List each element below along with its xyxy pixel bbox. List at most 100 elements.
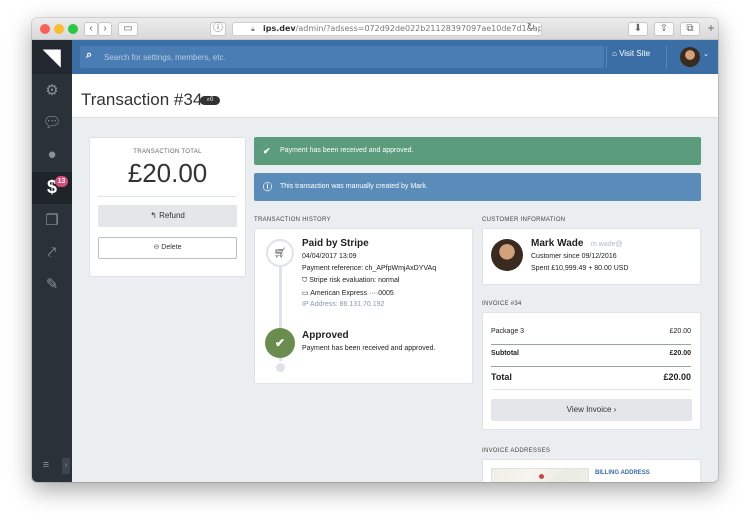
invoice-total-value: £20.00	[663, 372, 691, 382]
invoice-total-row: Total £20.00	[491, 372, 691, 384]
collapse-sidebar-button[interactable]: ›	[62, 458, 70, 474]
brush-icon[interactable]: ✎	[32, 270, 72, 300]
paid-date: 04/04/2017 13:09	[302, 253, 357, 260]
invoice-total-label: Total	[491, 372, 512, 382]
stats-icon[interactable]: ⤤	[32, 238, 72, 268]
chat-icon[interactable]: 💬︎	[32, 108, 72, 138]
user-icon[interactable]: ●	[32, 140, 72, 170]
invoice-addresses-card: BILLING ADDRESS	[482, 459, 701, 482]
reload-icon[interactable]: ↻	[524, 22, 538, 36]
approved-title: Approved	[302, 330, 349, 341]
browser-chrome: ‹ › ▭ ⓘ 🔒︎ ips.dev/admin/?adsess=072d92d…	[32, 18, 718, 40]
sidebar-toggle-button[interactable]: ▭	[118, 22, 138, 36]
gear-icon[interactable]: ⚙	[32, 76, 72, 106]
search-icon: ⌕	[86, 49, 93, 61]
invoice-item-price: £20.00	[669, 328, 691, 335]
credit-card-icon: ▭	[302, 290, 309, 297]
share-button[interactable]: ⇪	[654, 22, 674, 36]
success-alert: ✔ Payment has been received and approved…	[254, 137, 701, 165]
new-tab-button[interactable]: +	[704, 22, 718, 36]
timeline-end-dot	[276, 363, 285, 372]
transaction-history-heading: TRANSACTION HISTORY	[254, 217, 331, 223]
menu-icon[interactable]: ≡	[32, 450, 60, 480]
customer-name[interactable]: Mark Wade	[531, 238, 583, 249]
cart-icon: 🛒︎	[266, 239, 294, 267]
customer-avatar[interactable]	[491, 239, 523, 271]
info-icon: ⓘ	[263, 182, 273, 192]
title-badge: ⌕0	[200, 96, 220, 105]
forward-button[interactable]: ›	[98, 22, 112, 36]
delete-icon: ⊖	[153, 244, 160, 251]
page-header: Transaction #34 ⌕0	[72, 74, 718, 118]
page-title: Transaction #34	[81, 90, 203, 109]
url-domain: ips.dev	[263, 24, 296, 33]
chevron-down-icon[interactable]: ⌄	[703, 50, 709, 58]
success-alert-text: Payment has been received and approved.	[280, 147, 414, 154]
customer-since: Customer since 09/12/2016	[531, 253, 617, 260]
info-alert-text: This transaction was manually created by…	[280, 183, 428, 190]
refund-label: Refund	[159, 211, 185, 220]
invoice-addresses-heading: INVOICE ADDRESSES	[482, 448, 551, 454]
lock-icon: 🔒︎	[251, 25, 255, 33]
transaction-total-amount: £20.00	[127, 158, 208, 188]
invoice-divider-3	[491, 389, 691, 390]
invoice-item-row: Package 3 £20.00	[491, 328, 691, 340]
transaction-total-label: TRANSACTION TOTAL	[133, 149, 202, 155]
admin-topbar: ⌕ ⌂ Visit Site ⌄	[72, 40, 718, 74]
search-input[interactable]	[104, 46, 584, 68]
browser-window: ‹ › ▭ ⓘ 🔒︎ ips.dev/admin/?adsess=072d92d…	[32, 18, 718, 482]
refund-button[interactable]: ↰ Refund	[98, 205, 237, 227]
paid-by-title: Paid by Stripe	[302, 238, 369, 249]
reader-info-button[interactable]: ⓘ	[210, 22, 226, 36]
risk-evaluation: ⛉ Stripe risk evaluation: normal	[302, 277, 399, 285]
approved-check-icon: ✔	[265, 328, 295, 358]
sidebar-item-commerce[interactable]: $ 13	[32, 172, 72, 204]
customer-email: m.wade@	[591, 241, 623, 248]
invoice-subtotal-row: Subtotal £20.00	[491, 350, 691, 362]
invoice-item-name: Package 3	[491, 328, 525, 335]
download-button[interactable]: ⬇	[628, 22, 648, 36]
invoice-card: Package 3 £20.00 Subtotal £20.00 Total £…	[482, 312, 701, 430]
url-path: /admin/?adsess=072d92de022b21128397097ae…	[295, 24, 542, 33]
user-avatar[interactable]	[680, 47, 700, 67]
logo-icon[interactable]: ◥	[32, 40, 72, 74]
zoom-window-button[interactable]	[68, 24, 78, 34]
shield-icon: ⛉	[302, 277, 308, 284]
invoice-divider-2	[491, 366, 691, 367]
total-divider	[98, 196, 237, 197]
admin-search: ⌕	[80, 46, 604, 68]
billing-address-label: BILLING ADDRESS	[595, 470, 650, 476]
ip-address: IP Address: 86.131.70.192	[302, 301, 385, 308]
card-text: American Express ····0005	[310, 290, 394, 297]
tabs-button[interactable]: ⧉	[680, 22, 700, 36]
topbar-divider-2	[666, 46, 667, 68]
minimize-window-button[interactable]	[54, 24, 64, 34]
customer-card[interactable]: Mark Wade m.wade@ Customer since 09/12/2…	[482, 228, 701, 285]
admin-sidebar: ◥ ⚙ 💬︎ ● $ 13 ❐ ⤤ ✎ ≡ ›	[32, 40, 72, 482]
transaction-total-card: TRANSACTION TOTAL £20.00 ↰ Refund ⊖ Dele…	[89, 137, 246, 277]
delete-button[interactable]: ⊖ Delete	[98, 237, 237, 259]
close-window-button[interactable]	[40, 24, 50, 34]
visit-site-label: Visit Site	[619, 49, 651, 58]
delete-label: Delete	[161, 244, 182, 251]
invoice-heading: INVOICE #34	[482, 301, 522, 307]
visit-site-link[interactable]: ⌂ Visit Site	[612, 49, 650, 58]
view-invoice-button[interactable]: View Invoice ›	[491, 399, 692, 421]
pages-icon[interactable]: ❐	[32, 206, 72, 236]
transaction-history-card: 🛒︎ Paid by Stripe 04/04/2017 13:09 Payme…	[254, 228, 473, 384]
invoice-subtotal-value: £20.00	[669, 350, 691, 357]
invoice-divider	[491, 344, 691, 345]
customer-spent: Spent £10,999.49 + 80.00 USD	[531, 265, 629, 272]
info-alert: ⓘ This transaction was manually created …	[254, 173, 701, 201]
map-marker-icon	[539, 474, 544, 479]
back-button[interactable]: ‹	[84, 22, 98, 36]
title-badge-count: 0	[210, 97, 214, 103]
chevron-right-icon: ›	[613, 405, 617, 414]
payment-reference: Payment reference: ch_APfpWmjAxDYVAq	[302, 265, 437, 272]
address-bar[interactable]: 🔒︎ ips.dev/admin/?adsess=072d92de022b211…	[232, 22, 542, 36]
topbar-divider	[606, 46, 607, 68]
customer-information-heading: CUSTOMER INFORMATION	[482, 217, 566, 223]
check-icon: ✔	[263, 146, 271, 156]
commerce-badge: 13	[55, 176, 68, 187]
risk-text: Stripe risk evaluation: normal	[309, 277, 400, 284]
